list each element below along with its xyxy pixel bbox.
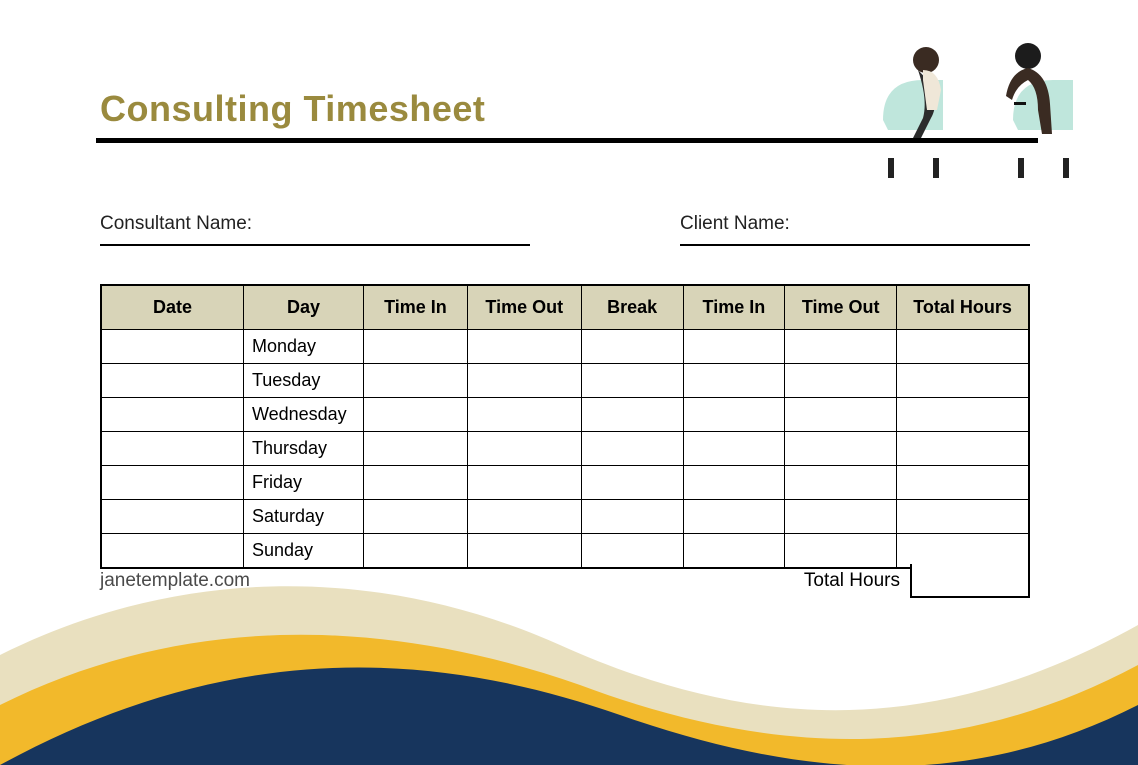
cell-in1[interactable] — [364, 363, 468, 397]
cell-in1[interactable] — [364, 431, 468, 465]
cell-date[interactable] — [101, 431, 243, 465]
timesheet-table: Date Day Time In Time Out Break Time In … — [100, 284, 1030, 569]
cell-total[interactable] — [897, 499, 1029, 533]
cell-day: Wednesday — [243, 397, 363, 431]
cell-in2[interactable] — [683, 363, 785, 397]
cell-in1[interactable] — [364, 329, 468, 363]
cell-total[interactable] — [897, 329, 1029, 363]
cell-in1[interactable] — [364, 533, 468, 568]
cell-day: Sunday — [243, 533, 363, 568]
consultant-name-label: Consultant Name: — [100, 213, 252, 234]
cell-in2[interactable] — [683, 431, 785, 465]
cell-out2[interactable] — [785, 397, 897, 431]
th-day: Day — [243, 285, 363, 329]
cell-in2[interactable] — [683, 465, 785, 499]
cell-day: Saturday — [243, 499, 363, 533]
total-hours-box[interactable] — [910, 564, 1030, 598]
th-in1: Time In — [364, 285, 468, 329]
th-total: Total Hours — [897, 285, 1029, 329]
cell-break[interactable] — [581, 465, 683, 499]
th-out2: Time Out — [785, 285, 897, 329]
cell-total[interactable] — [897, 363, 1029, 397]
page-title: Consulting Timesheet — [100, 88, 485, 130]
cell-in2[interactable] — [683, 499, 785, 533]
cell-break[interactable] — [581, 363, 683, 397]
th-break: Break — [581, 285, 683, 329]
cell-in2[interactable] — [683, 329, 785, 363]
th-out1: Time Out — [467, 285, 581, 329]
cell-day: Monday — [243, 329, 363, 363]
consulting-illustration-icon — [878, 10, 1078, 180]
cell-out2[interactable] — [785, 533, 897, 568]
cell-total[interactable] — [897, 397, 1029, 431]
cell-date[interactable] — [101, 363, 243, 397]
cell-break[interactable] — [581, 397, 683, 431]
th-in2: Time In — [683, 285, 785, 329]
cell-out1[interactable] — [467, 465, 581, 499]
cell-out1[interactable] — [467, 397, 581, 431]
table-header-row: Date Day Time In Time Out Break Time In … — [101, 285, 1029, 329]
cell-out1[interactable] — [467, 533, 581, 568]
cell-break[interactable] — [581, 329, 683, 363]
cell-in1[interactable] — [364, 465, 468, 499]
cell-in2[interactable] — [683, 533, 785, 568]
th-date: Date — [101, 285, 243, 329]
cell-date[interactable] — [101, 499, 243, 533]
cell-out2[interactable] — [785, 499, 897, 533]
cell-day: Friday — [243, 465, 363, 499]
table-row: Monday — [101, 329, 1029, 363]
cell-break[interactable] — [581, 431, 683, 465]
cell-day: Tuesday — [243, 363, 363, 397]
cell-date[interactable] — [101, 329, 243, 363]
cell-date[interactable] — [101, 533, 243, 568]
cell-total[interactable] — [897, 431, 1029, 465]
cell-out2[interactable] — [785, 329, 897, 363]
client-name-field[interactable]: Client Name: — [680, 214, 1030, 246]
cell-out2[interactable] — [785, 465, 897, 499]
cell-out1[interactable] — [467, 363, 581, 397]
cell-out1[interactable] — [467, 431, 581, 465]
cell-date[interactable] — [101, 465, 243, 499]
cell-out2[interactable] — [785, 363, 897, 397]
client-name-label: Client Name: — [680, 213, 790, 234]
table-row: Saturday — [101, 499, 1029, 533]
cell-break[interactable] — [581, 533, 683, 568]
table-row: Sunday — [101, 533, 1029, 568]
cell-break[interactable] — [581, 499, 683, 533]
cell-out1[interactable] — [467, 499, 581, 533]
consultant-name-field[interactable]: Consultant Name: — [100, 214, 530, 246]
timesheet-page: Consulting Timesheet Consultant Name: Cl… — [0, 0, 1138, 745]
table-row: Friday — [101, 465, 1029, 499]
cell-in1[interactable] — [364, 397, 468, 431]
cell-total[interactable] — [897, 533, 1029, 568]
cell-date[interactable] — [101, 397, 243, 431]
cell-total[interactable] — [897, 465, 1029, 499]
table-footer: janetemplate.com Total Hours — [100, 570, 1030, 592]
cell-out2[interactable] — [785, 431, 897, 465]
total-hours-label: Total Hours — [804, 570, 900, 592]
table-row: Thursday — [101, 431, 1029, 465]
cell-out1[interactable] — [467, 329, 581, 363]
site-credit: janetemplate.com — [100, 570, 250, 591]
table-row: Wednesday — [101, 397, 1029, 431]
cell-day: Thursday — [243, 431, 363, 465]
cell-in1[interactable] — [364, 499, 468, 533]
cell-in2[interactable] — [683, 397, 785, 431]
table-row: Tuesday — [101, 363, 1029, 397]
